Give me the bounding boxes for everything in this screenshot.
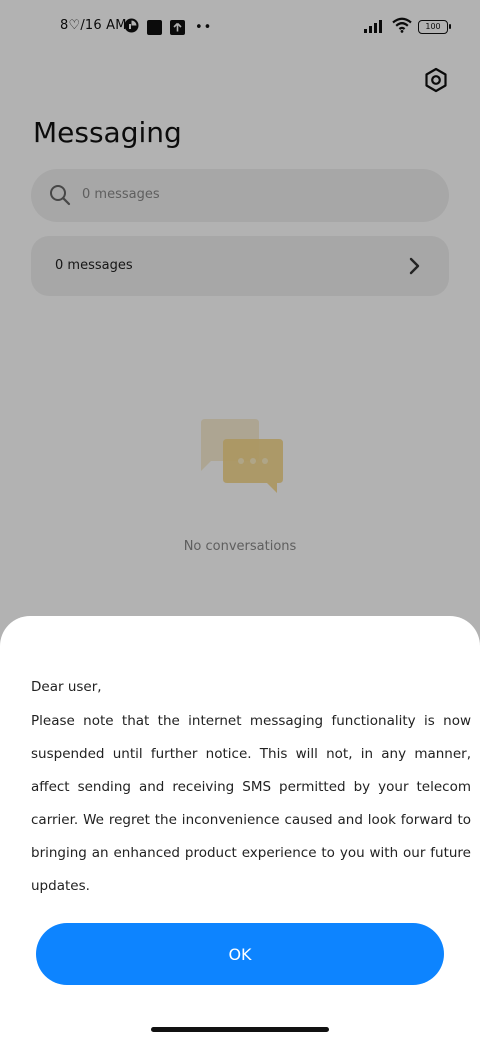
dialog-message: Please note that the internet messaging … (31, 713, 471, 894)
notice-dialog: Dear user, Please note that the internet… (0, 616, 480, 1040)
dialog-greeting: Dear user, (31, 679, 102, 695)
home-indicator[interactable] (151, 1027, 329, 1032)
ok-button[interactable]: OK (36, 923, 444, 985)
